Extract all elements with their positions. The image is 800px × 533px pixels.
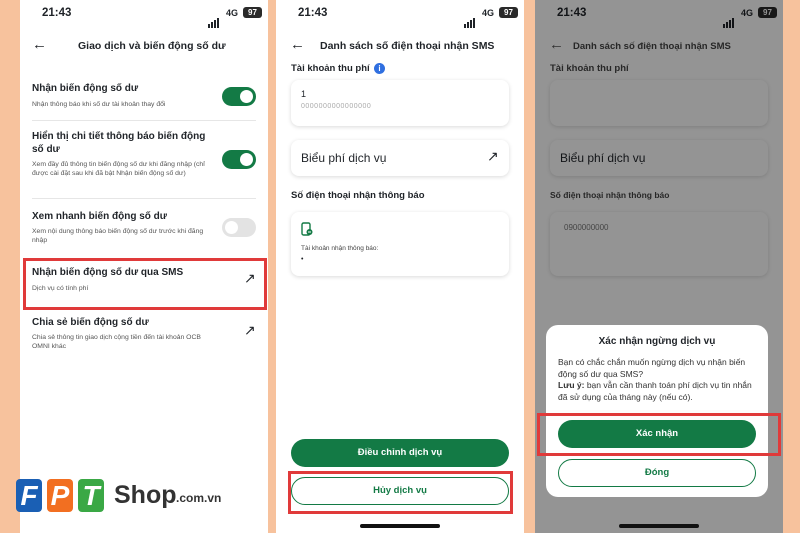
logo-letter-t: T bbox=[78, 479, 104, 512]
divider bbox=[32, 120, 256, 121]
notify-account-value: • bbox=[301, 256, 304, 263]
confirm-dialog: Xác nhận ngừng dịch vụ Bạn có chắc chắn … bbox=[546, 325, 768, 497]
status-time: 21:43 bbox=[298, 7, 328, 19]
setting-subtitle: Xem đầy đủ thông tin biến động số dư khi… bbox=[32, 161, 205, 177]
highlight-box bbox=[537, 413, 781, 456]
toggle-knob bbox=[240, 153, 253, 166]
balance-alerts-toggle[interactable] bbox=[222, 87, 256, 106]
home-indicator bbox=[619, 524, 699, 528]
phone-section-label: Số điện thoại nhận thông báo bbox=[291, 190, 425, 201]
setting-title: Xem nhanh biến động số dư bbox=[32, 211, 168, 222]
dialog-title: Xác nhận ngừng dịch vụ bbox=[598, 336, 716, 347]
setting-subtitle: Nhận thông báo khi số dư tài khoản thay … bbox=[32, 101, 166, 108]
setting-row-quick-view[interactable]: Xem nhanh biến động số dư Xem nội dung t… bbox=[20, 210, 268, 250]
adjust-service-button[interactable]: Điều chỉnh dịch vụ bbox=[291, 439, 509, 467]
logo-shop-text: Shop bbox=[114, 481, 177, 509]
setting-subtitle: Chia sẻ thông tin giao dịch cộng tiền đế… bbox=[32, 334, 201, 350]
sms-phone-list-screen: 21:43 4G 97 ← Danh sách số điện thoại nh… bbox=[276, 0, 524, 533]
notification-phone-card[interactable]: Tài khoản nhận thông báo: • bbox=[291, 212, 509, 276]
account-name: 1 bbox=[301, 89, 307, 99]
fee-account-label: Tài khoản thu phí bbox=[291, 63, 370, 74]
notify-account-label: Tài khoản nhận thông báo: bbox=[301, 245, 379, 252]
setting-title: Chia sẻ biến động số dư bbox=[32, 317, 149, 328]
confirm-cancel-screen: 21:43 4G 97 ← Danh sách số điện thoại nh… bbox=[535, 0, 783, 533]
detail-notifications-toggle[interactable] bbox=[222, 150, 256, 169]
signal-icon bbox=[464, 10, 476, 28]
status-time: 21:43 bbox=[42, 7, 72, 19]
fee-account-card[interactable]: 1 0000000000000000 bbox=[291, 80, 509, 126]
back-arrow-icon[interactable]: ← bbox=[290, 36, 305, 53]
battery-icon: 97 bbox=[499, 7, 518, 18]
dialog-message: Bạn có chắc chắn muốn ngừng dịch vụ nhận… bbox=[558, 357, 756, 403]
highlight-box bbox=[23, 258, 267, 310]
info-icon[interactable]: i bbox=[374, 63, 385, 74]
fee-schedule-label: Biểu phí dịch vụ bbox=[301, 151, 387, 165]
dialog-question: Bạn có chắc chắn muốn ngừng dịch vụ nhận… bbox=[558, 357, 746, 379]
account-number: 0000000000000000 bbox=[301, 103, 372, 110]
arrow-up-right-icon: ↗ bbox=[244, 322, 256, 338]
back-arrow-icon[interactable]: ← bbox=[32, 36, 47, 53]
signal-icon bbox=[208, 10, 220, 28]
page-title: Giao dịch và biến động số dư bbox=[78, 40, 226, 52]
logo-letter-f: F bbox=[16, 479, 42, 512]
note-text: bạn vẫn cần thanh toán phí dịch vụ tin n… bbox=[558, 380, 752, 402]
home-indicator bbox=[360, 524, 440, 528]
status-bar: 21:43 4G 97 bbox=[20, 0, 268, 28]
setting-row-detail-notifications[interactable]: Hiển thị chi tiết thông báo biến động số… bbox=[20, 130, 268, 190]
network-label: 4G bbox=[226, 8, 239, 18]
setting-row-share-alerts[interactable]: Chia sẻ biến động số dư Chia sẻ thông ti… bbox=[20, 316, 268, 356]
arrow-up-right-icon: ↗ bbox=[487, 148, 499, 164]
setting-subtitle: Xem nội dung thông báo biến động số dư t… bbox=[32, 228, 204, 244]
quick-view-toggle[interactable] bbox=[222, 218, 256, 237]
status-bar: 21:43 4G 97 bbox=[276, 0, 524, 28]
highlight-box bbox=[288, 471, 513, 514]
divider bbox=[32, 198, 256, 199]
phone-icon bbox=[301, 222, 313, 236]
battery-icon: 97 bbox=[243, 7, 262, 18]
toggle-knob bbox=[225, 221, 238, 234]
network-label: 4G bbox=[482, 8, 495, 18]
fpt-shop-logo: F P T Shop .com.vn bbox=[14, 471, 224, 521]
toggle-knob bbox=[240, 90, 253, 103]
logo-domain-text: .com.vn bbox=[176, 491, 222, 505]
setting-row-balance-alerts[interactable]: Nhận biến động số dư Nhận thông báo khi … bbox=[20, 82, 268, 132]
fee-schedule-card[interactable]: Biểu phí dịch vụ ↗ bbox=[291, 140, 509, 176]
setting-title: Hiển thị chi tiết thông báo biến động số… bbox=[32, 131, 206, 155]
note-label: Lưu ý: bbox=[558, 380, 585, 390]
close-button[interactable]: Đóng bbox=[558, 459, 756, 487]
page-title: Danh sách số điện thoại nhận SMS bbox=[320, 40, 495, 52]
settings-screen: 21:43 4G 97 ← Giao dịch và biến động số … bbox=[20, 0, 268, 533]
setting-title: Nhận biến động số dư bbox=[32, 83, 139, 94]
logo-letter-p: P bbox=[47, 479, 73, 512]
